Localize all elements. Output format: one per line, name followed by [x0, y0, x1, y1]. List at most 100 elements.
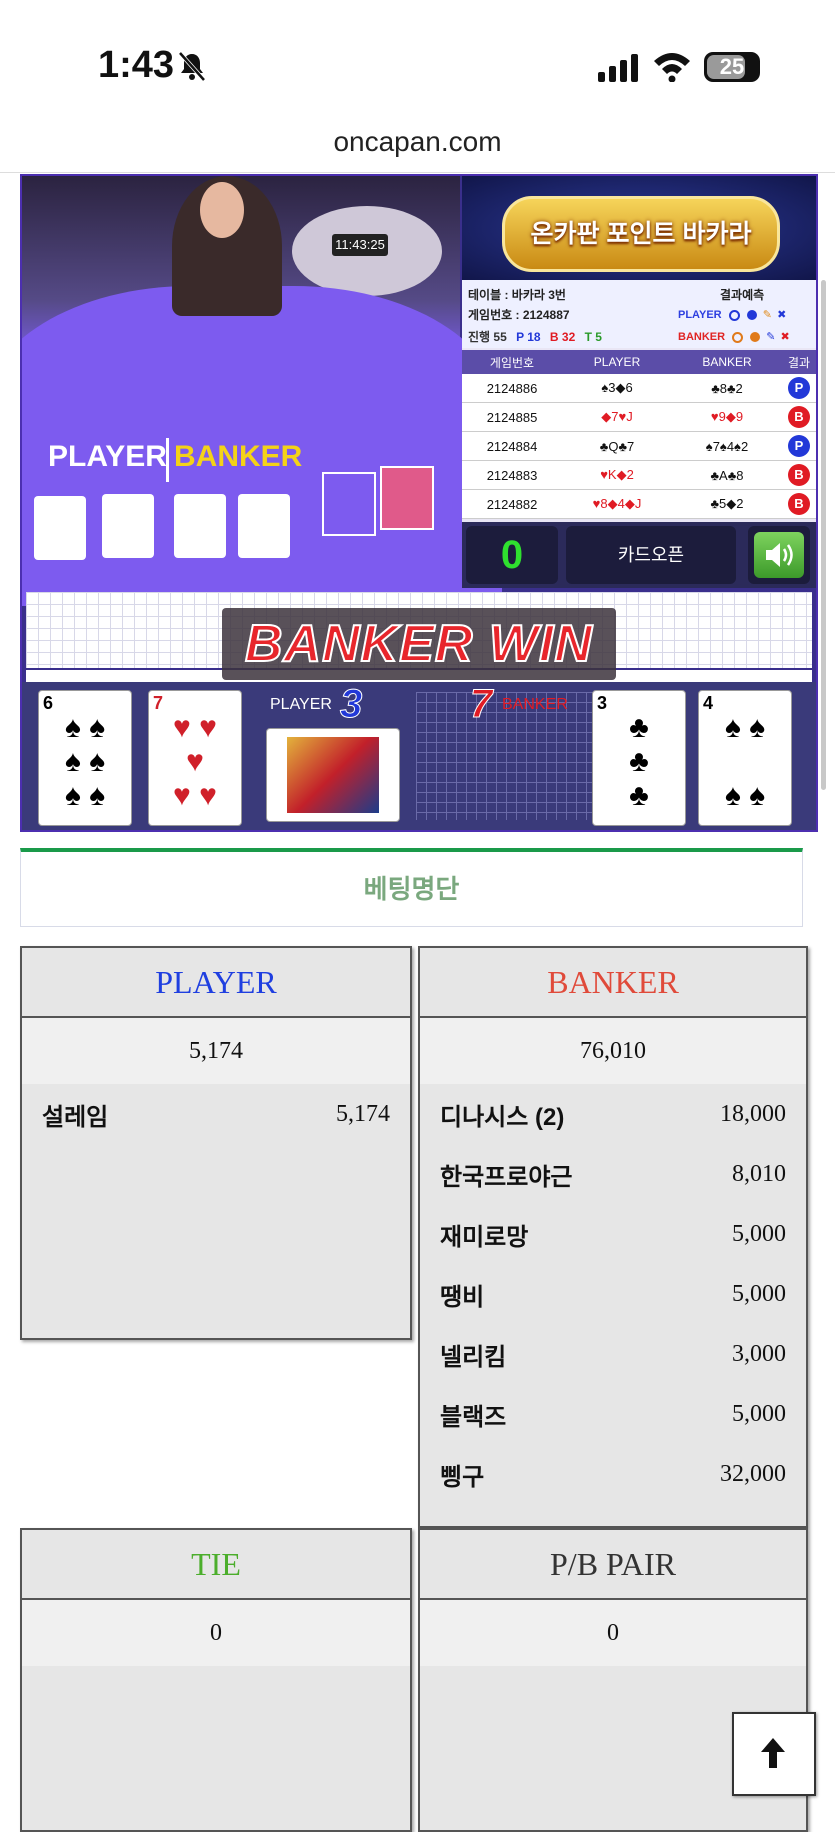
result-badge: B	[788, 464, 810, 486]
row-player-cards: ♣Q♣7	[599, 438, 635, 454]
row-player-cards: ◆7♥J	[601, 409, 633, 424]
bet-amount: 5,000	[732, 1220, 786, 1247]
bet-row: 설레임 5,174	[22, 1084, 410, 1144]
tie-box-total: 0	[22, 1600, 410, 1666]
result-banner: BANKER WIN	[222, 608, 616, 680]
banker-card-2: 4 ♠ ♠ ♠ ♠	[698, 690, 792, 826]
live-video: 11:43:25 PLAYER BANKER	[22, 176, 502, 606]
bettor-name: 재미로망	[440, 1223, 529, 1251]
prediction-player-row[interactable]: PLAYER ✎ ✖	[678, 308, 786, 321]
table-row: 2124885 ◆7♥J ♥9◆9 B	[462, 403, 816, 432]
ring-icon[interactable]	[732, 331, 744, 343]
row-banker-cards: ♣A♣8	[710, 467, 744, 483]
table-card	[174, 494, 226, 558]
player-box-total: 5,174	[22, 1018, 410, 1084]
table-player-label: PLAYER	[48, 440, 167, 473]
row-player-cards: ♥K◆2	[600, 467, 634, 482]
banker-box-title: BANKER	[420, 948, 806, 1018]
round-stats: 진행 55 P 18 B 32 T 5	[468, 328, 602, 345]
prediction-banker-row[interactable]: BANKER ✎ ✖	[678, 330, 790, 343]
close-icon[interactable]: ✖	[781, 331, 790, 343]
row-banker-cards: ♠7♠4♠2	[705, 438, 749, 454]
studio-clock: 11:43:25	[332, 234, 388, 256]
table-name: 테이블 : 바카라 3번	[468, 288, 566, 302]
dot-icon[interactable]	[750, 332, 761, 343]
card-pips: ♠ ♠ ♠ ♠ ♠ ♠	[64, 711, 106, 812]
jack-card-face	[287, 737, 379, 813]
row-id: 2124886	[486, 380, 538, 396]
bettor-name: 디나시스 (2)	[440, 1103, 565, 1131]
pencil-icon[interactable]: ✎	[763, 309, 772, 321]
row-banker-cards: ♣8♣2	[711, 380, 743, 396]
bet-row: 디나시스 (2) 18,000	[420, 1084, 806, 1144]
cellular-signal-icon	[598, 54, 638, 82]
table-card	[102, 494, 154, 558]
result-badge: P	[788, 377, 810, 399]
player-label: PLAYER	[270, 696, 332, 713]
battery-level: 25	[719, 54, 745, 79]
wifi-icon	[654, 53, 690, 82]
card-slot	[322, 472, 376, 536]
bet-row: 땡비 5,000	[420, 1264, 806, 1324]
card-open-button[interactable]: 카드오픈	[566, 526, 736, 584]
row-player-cards: ♠3◆6	[601, 380, 633, 395]
prediction-label: 결과예측	[720, 288, 765, 302]
logo-text: 온카판 포인트 바카라	[530, 220, 752, 248]
sound-toggle-button[interactable]	[748, 526, 810, 584]
bet-row: 삥구 32,000	[420, 1444, 806, 1504]
card-pips: ♠ ♠ ♠ ♠	[724, 711, 766, 812]
status-bar: 1:43 25	[0, 0, 835, 118]
bettor-name: 한국프로야근	[440, 1163, 573, 1191]
table-row: 2124886 ♠3◆6 ♣8♣2 P	[462, 374, 816, 403]
tie-box-title: TIE	[22, 1530, 410, 1600]
card-result-bar: 6 ♠ ♠ ♠ ♠ ♠ ♠ 7 ♥ ♥ ♥ ♥ ♥ PLAYER 3 7 BANKER …	[22, 682, 816, 830]
bet-amount: 32,000	[720, 1460, 786, 1487]
bet-amount: 3,000	[732, 1340, 786, 1367]
table-row: 2124884 ♣Q♣7 ♠7♠4♠2 P	[462, 432, 816, 461]
pencil-icon[interactable]: ✎	[766, 331, 775, 343]
divider	[166, 438, 169, 482]
player-card-3	[266, 728, 400, 822]
table-info: 테이블 : 바카라 3번 게임번호 : 2124887 진행 55 P 18 B…	[462, 280, 816, 348]
scroll-to-top-button[interactable]	[732, 1712, 816, 1796]
speaker-icon	[754, 532, 804, 578]
bettor-name: 블랙즈	[440, 1403, 507, 1431]
game-number: 게임번호 : 2124887	[468, 308, 570, 322]
bet-row: 넬리킴 3,000	[420, 1324, 806, 1384]
row-id: 2124884	[486, 438, 538, 454]
row-id: 2124882	[486, 496, 538, 512]
bettor-name: 삥구	[440, 1463, 485, 1491]
dot-icon[interactable]	[746, 310, 757, 321]
close-icon[interactable]: ✖	[777, 309, 786, 321]
ring-icon[interactable]	[728, 309, 740, 321]
result-badge: B	[788, 406, 810, 428]
player-bets-box: PLAYER 5,174 설레임 5,174	[20, 946, 412, 1340]
dealer-face	[200, 182, 244, 238]
scrollbar[interactable]	[821, 280, 826, 790]
bettor-name: 설레임	[42, 1103, 109, 1131]
countdown-counter: 0	[466, 526, 558, 584]
address-bar-url[interactable]: oncapan.com	[0, 126, 835, 158]
bet-amount: 8,010	[732, 1160, 786, 1187]
bet-amount: 5,000	[732, 1280, 786, 1307]
tie-bets-box: TIE 0	[20, 1528, 412, 1832]
banker-score: 7	[469, 682, 493, 727]
info-panel: 온카판 포인트 바카라 테이블 : 바카라 3번 게임번호 : 2124887 …	[462, 176, 816, 588]
header-banker: BANKER	[702, 355, 752, 369]
arrow-up-icon	[761, 1738, 785, 1768]
bet-row: 한국프로야근 8,010	[420, 1144, 806, 1204]
row-banker-cards: ♣5◆2	[710, 496, 744, 511]
betting-list-header: 베팅명단	[20, 848, 803, 927]
bet-amount: 18,000	[720, 1100, 786, 1127]
banker-count: B 32	[549, 330, 576, 344]
control-bar: 0 카드오픈	[462, 522, 816, 588]
banker-card-1: 3 ♣ ♣ ♣	[592, 690, 686, 826]
row-id: 2124883	[486, 467, 538, 483]
history-table: 게임번호 PLAYER BANKER 결과 2124886 ♠3◆6 ♣8♣2 …	[462, 350, 816, 519]
player-count: P 18	[516, 330, 541, 344]
table-row: 2124883 ♥K◆2 ♣A♣8 B	[462, 461, 816, 490]
row-banker-cards: ♥9◆9	[710, 409, 744, 424]
status-time: 1:43	[98, 44, 175, 86]
table-banker-label: BANKER	[174, 440, 303, 473]
bet-row: 블랙즈 5,000	[420, 1384, 806, 1444]
